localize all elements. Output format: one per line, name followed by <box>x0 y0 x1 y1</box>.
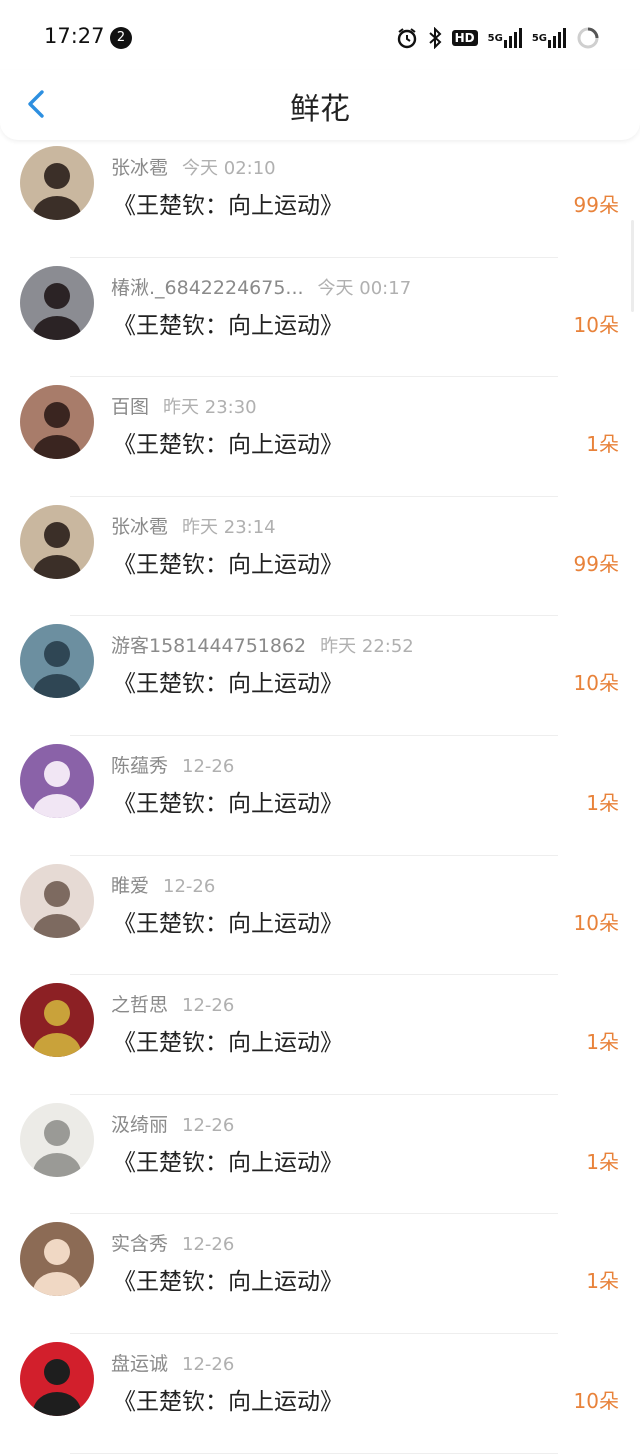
alarm-icon <box>396 27 418 49</box>
username[interactable]: 游客1581444751862 <box>111 635 306 657</box>
avatar[interactable] <box>20 1341 94 1416</box>
avatar[interactable] <box>20 1222 94 1297</box>
flower-count: 10朵 <box>573 910 619 935</box>
list-item[interactable]: 实含秀 12-26 《王楚钦：向上运动》 1朵 <box>0 1214 640 1334</box>
username[interactable]: 之哲思 <box>111 994 168 1016</box>
book-title[interactable]: 《王楚钦：向上运动》 <box>113 1262 343 1296</box>
list-item[interactable]: 之哲思 12-26 《王楚钦：向上运动》 1朵 <box>0 975 640 1095</box>
item-meta: 之哲思 12-26 <box>111 990 234 1017</box>
list-item[interactable]: 汲绮丽 12-26 《王楚钦：向上运动》 1朵 <box>0 1095 640 1215</box>
avatar[interactable] <box>20 146 94 220</box>
book-title[interactable]: 《王楚钦：向上运动》 <box>113 664 343 698</box>
timestamp: 今天 02:10 <box>182 158 276 179</box>
list-item[interactable]: 盘运诚 12-26 《王楚钦：向上运动》 10朵 <box>0 1334 640 1454</box>
username[interactable]: 汲绮丽 <box>111 1114 168 1136</box>
book-title[interactable]: 《王楚钦：向上运动》 <box>113 186 343 220</box>
status-time: 17:27 <box>44 24 105 48</box>
book-title[interactable]: 《王楚钦：向上运动》 <box>113 1143 343 1177</box>
flower-count: 1朵 <box>586 1149 619 1174</box>
timestamp: 今天 00:17 <box>317 277 412 299</box>
item-meta: 实含秀 12-26 <box>111 1229 234 1256</box>
timestamp: 昨天 23:30 <box>163 397 257 419</box>
book-title[interactable]: 《王楚钦：向上运动》 <box>113 784 343 818</box>
timestamp: 12-26 <box>182 995 235 1017</box>
list-item[interactable]: 游客1581444751862 昨天 22:52 《王楚钦：向上运动》 10朵 <box>0 616 640 736</box>
list-item[interactable]: 陈蕴秀 12-26 《王楚钦：向上运动》 1朵 <box>0 736 640 856</box>
flower-count: 10朵 <box>573 1388 619 1413</box>
avatar[interactable] <box>20 1102 94 1177</box>
flower-count: 10朵 <box>573 312 619 337</box>
flower-count: 1朵 <box>586 790 619 815</box>
username[interactable]: 盘运诚 <box>111 1353 168 1375</box>
item-meta: 张冰雹 今天 02:10 <box>111 153 276 180</box>
book-title[interactable]: 《王楚钦：向上运动》 <box>113 545 343 579</box>
list-item[interactable]: 张冰雹 今天 02:10 《王楚钦：向上运动》 99朵 <box>0 138 640 258</box>
book-title[interactable]: 《王楚钦：向上运动》 <box>113 425 343 459</box>
signal-icon-2: 5G <box>532 28 566 48</box>
nav-bar: 鲜花 <box>0 70 640 140</box>
signal-icon: 5G <box>488 28 522 48</box>
loading-icon <box>576 26 600 50</box>
list-item[interactable]: 张冰雹 昨天 23:14 《王楚钦：向上运动》 99朵 <box>0 497 640 617</box>
status-icons: HD 5G 5G <box>396 24 600 52</box>
avatar[interactable] <box>20 624 94 699</box>
book-title[interactable]: 《王楚钦：向上运动》 <box>113 904 343 938</box>
item-meta: 汲绮丽 12-26 <box>111 1110 234 1137</box>
list-item[interactable]: 椿湫._6842224675... 今天 00:17 《王楚钦：向上运动》 10朵 <box>0 258 640 378</box>
divider <box>70 1452 558 1454</box>
flower-count: 99朵 <box>573 551 619 576</box>
book-title[interactable]: 《王楚钦：向上运动》 <box>113 1382 343 1416</box>
avatar[interactable] <box>20 504 94 579</box>
timestamp: 12-26 <box>182 755 235 777</box>
timestamp: 昨天 22:52 <box>320 636 414 658</box>
timestamp: 12-26 <box>182 1353 235 1375</box>
username[interactable]: 张冰雹 <box>111 157 168 179</box>
flower-list: 张冰雹 今天 02:10 《王楚钦：向上运动》 99朵 椿湫._684222467… <box>0 138 640 1454</box>
username[interactable]: 百图 <box>111 396 149 418</box>
avatar[interactable] <box>20 743 94 818</box>
username[interactable]: 实含秀 <box>111 1233 168 1255</box>
avatar[interactable] <box>20 265 94 340</box>
item-meta: 张冰雹 昨天 23:14 <box>111 512 276 539</box>
flower-count: 99朵 <box>573 193 619 217</box>
book-title[interactable]: 《王楚钦：向上运动》 <box>113 1023 343 1057</box>
username[interactable]: 睢爱 <box>111 875 149 897</box>
page-title: 鲜花 <box>290 92 350 127</box>
username[interactable]: 张冰雹 <box>111 516 168 538</box>
item-meta: 陈蕴秀 12-26 <box>111 751 234 778</box>
flower-count: 1朵 <box>586 1269 619 1294</box>
item-meta: 百图 昨天 23:30 <box>111 392 257 419</box>
flower-count: 1朵 <box>586 432 619 457</box>
bluetooth-icon <box>428 27 442 49</box>
avatar[interactable] <box>20 863 94 938</box>
flower-count: 1朵 <box>586 1030 619 1055</box>
hd-voice-icon: HD <box>451 30 478 46</box>
avatar[interactable] <box>20 983 94 1058</box>
scrollbar[interactable] <box>631 220 634 312</box>
item-meta: 游客1581444751862 昨天 22:52 <box>111 631 414 658</box>
item-meta: 盘运诚 12-26 <box>111 1349 234 1376</box>
flower-count: 10朵 <box>573 671 619 696</box>
timestamp: 12-26 <box>182 1234 235 1256</box>
list-item[interactable]: 睢爱 12-26 《王楚钦：向上运动》 10朵 <box>0 856 640 976</box>
timestamp: 昨天 23:14 <box>182 516 276 538</box>
book-title[interactable]: 《王楚钦：向上运动》 <box>113 306 343 340</box>
status-bar: 17:27 2 HD 5G 5G <box>0 0 640 76</box>
item-meta: 睢爱 12-26 <box>111 871 215 898</box>
item-meta: 椿湫._6842224675... 今天 00:17 <box>111 273 411 300</box>
timestamp: 12-26 <box>163 875 216 897</box>
list-item[interactable]: 百图 昨天 23:30 《王楚钦：向上运动》 1朵 <box>0 377 640 497</box>
notification-badge: 2 <box>110 27 132 49</box>
avatar[interactable] <box>20 385 94 460</box>
username[interactable]: 陈蕴秀 <box>111 755 168 777</box>
timestamp: 12-26 <box>182 1114 235 1136</box>
username[interactable]: 椿湫._6842224675... <box>111 277 304 299</box>
